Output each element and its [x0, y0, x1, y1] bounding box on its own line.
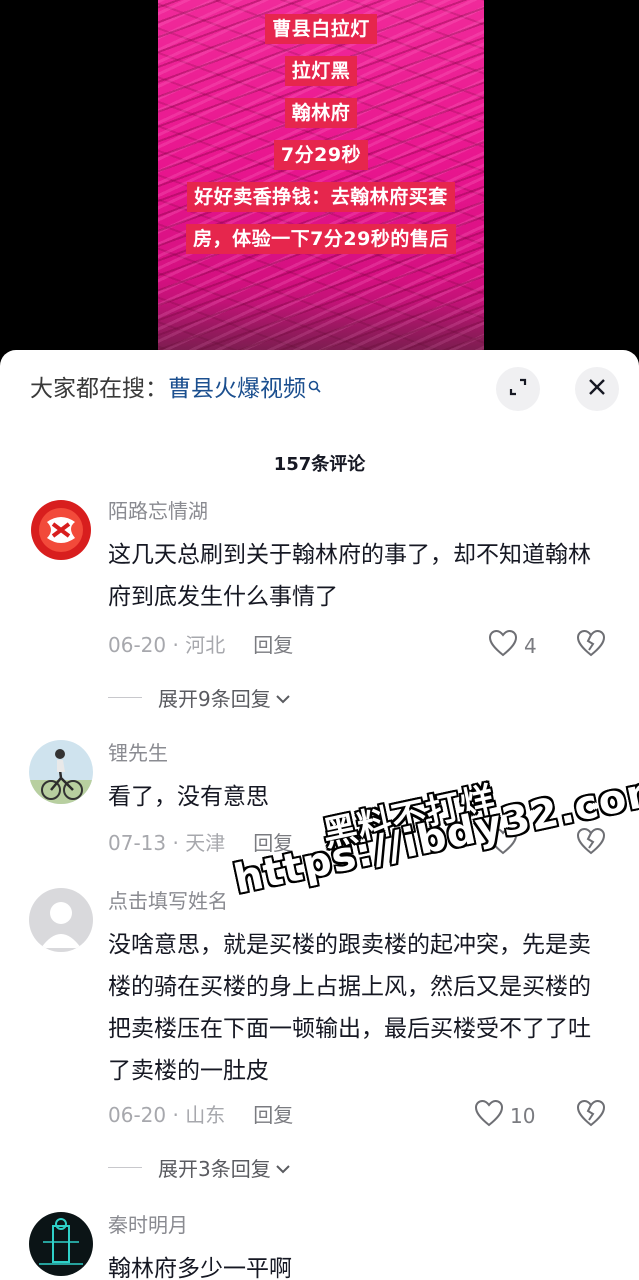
comment-location: 河北 [185, 633, 226, 657]
comment-text: 这几天总刷到关于翰林府的事了，却不知道翰林府到底发生什么事情了 [108, 542, 591, 610]
comment-meta: 06-20 · 河北 回复 [108, 633, 294, 657]
chevron-down-icon [275, 686, 291, 710]
video-caption: 曹县白拉灯 [265, 14, 377, 44]
divider [108, 1167, 142, 1168]
comment-date: 06-20 [108, 1103, 167, 1127]
search-term-link[interactable]: 曹县火爆视频 [168, 376, 306, 402]
close-icon [587, 377, 607, 401]
commenter-name[interactable]: 秦时明月 [108, 1212, 188, 1238]
heart-icon [474, 1099, 504, 1132]
comment-count-title: 157条评论 [273, 454, 366, 475]
expand-replies-label: 展开9条回复 [158, 687, 271, 711]
comment-meta: 06-20 · 山东 回复 [108, 1103, 294, 1127]
video-caption: 好好卖香挣钱：去翰林府买套 [187, 182, 455, 212]
expand-replies-button[interactable]: 展开3条回复 [108, 1153, 291, 1182]
video-captions: 曹县白拉灯 拉灯黑 翰林府 7分29秒 好好卖香挣钱：去翰林府买套 房，体验一下… [158, 14, 484, 266]
broken-heart-icon [576, 1099, 606, 1131]
video-player[interactable]: 曹县白拉灯 拉灯黑 翰林府 7分29秒 好好卖香挣钱：去翰林府买套 房，体验一下… [158, 0, 484, 372]
video-caption: 翰林府 [284, 98, 358, 128]
comment-text: 没啥意思，就是买楼的跟卖楼的起冲突，先是卖楼的骑在买楼的身上占据上风，然后又是买… [108, 932, 591, 1084]
search-prefix: 大家都在搜： [30, 376, 168, 402]
comment-date: 07-13 [108, 831, 167, 855]
avatar[interactable] [29, 498, 93, 562]
chevron-down-icon [275, 1156, 291, 1180]
comment-date: 06-20 [108, 633, 167, 657]
like-button[interactable]: 4 [488, 629, 537, 662]
dislike-button[interactable] [576, 1099, 606, 1131]
video-caption: 房，体验一下7分29秒的售后 [186, 224, 456, 254]
expand-replies-button[interactable]: 展开9条回复 [108, 683, 291, 712]
commenter-name[interactable]: 锂先生 [108, 740, 168, 766]
dislike-button[interactable] [576, 629, 606, 661]
reply-button[interactable]: 回复 [253, 633, 293, 657]
reply-button[interactable]: 回复 [253, 1103, 293, 1127]
comment-location: 天津 [185, 831, 226, 855]
video-caption: 拉灯黑 [284, 56, 358, 86]
broken-heart-icon [576, 629, 606, 661]
close-button[interactable] [575, 367, 619, 411]
expand-replies-label: 展开3条回复 [158, 1157, 271, 1181]
divider [108, 697, 142, 698]
avatar[interactable] [29, 888, 93, 952]
commenter-name[interactable]: 陌路忘情湖 [108, 498, 208, 524]
heart-icon [488, 629, 518, 662]
expand-icon [507, 376, 529, 402]
avatar[interactable] [29, 1212, 93, 1276]
expand-button[interactable] [496, 367, 540, 411]
search-suggestion[interactable]: 大家都在搜：曹县火爆视频 [30, 374, 321, 404]
like-count: 10 [510, 1103, 536, 1128]
comment-location: 山东 [185, 1103, 226, 1127]
comment-text: 翰林府多少一平啊 [108, 1256, 292, 1280]
like-button[interactable]: 10 [474, 1099, 535, 1132]
avatar[interactable] [29, 740, 93, 804]
video-caption: 7分29秒 [273, 140, 369, 170]
commenter-name[interactable]: 点击填写姓名 [108, 888, 228, 914]
dislike-button[interactable] [576, 827, 606, 859]
like-count: 4 [524, 633, 537, 658]
search-icon [308, 380, 321, 397]
broken-heart-icon [576, 827, 606, 859]
